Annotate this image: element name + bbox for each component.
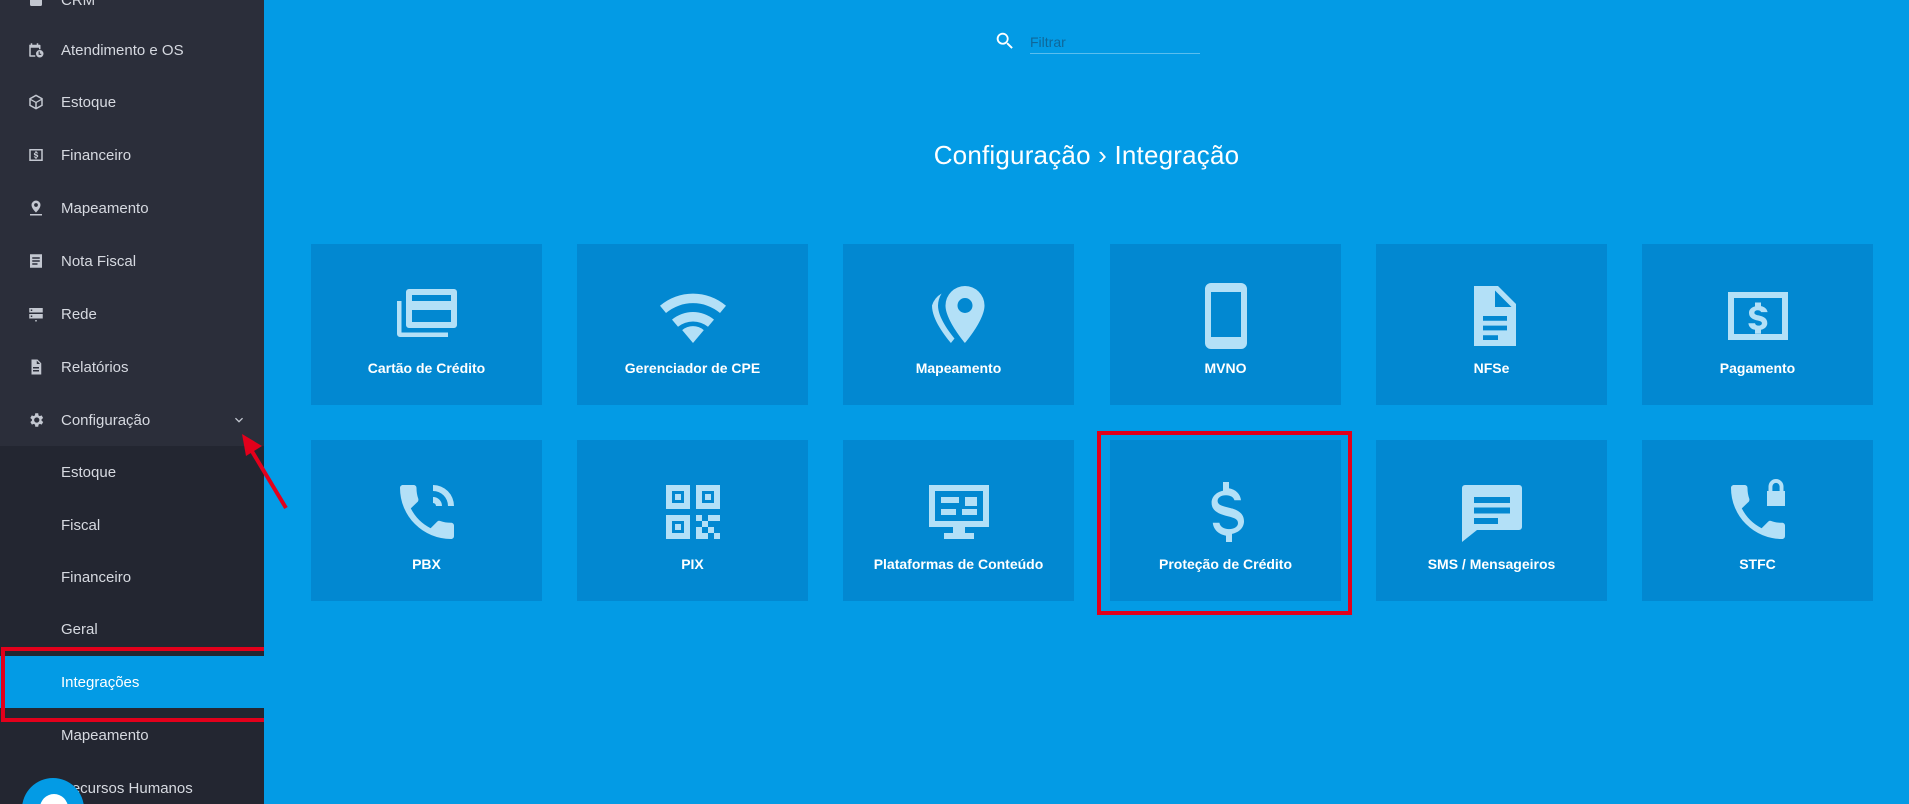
sidebar-item-label: Relatórios bbox=[61, 358, 129, 376]
sidebar-item-relatorios[interactable]: Relatórios bbox=[0, 341, 264, 393]
tile-mapeamento[interactable]: Mapeamento bbox=[843, 244, 1074, 405]
main-content: Configuração › Integração Cartão de Créd… bbox=[264, 0, 1909, 804]
dollar-icon bbox=[1110, 476, 1341, 548]
sidebar-item-label: Rede bbox=[61, 305, 97, 323]
cube-icon bbox=[26, 92, 46, 112]
sidebar-item-label: Atendimento e OS bbox=[61, 41, 184, 59]
sidebar-subitem-financeiro[interactable]: Financeiro bbox=[0, 551, 264, 603]
tile-label: PBX bbox=[412, 556, 441, 572]
sidebar-item-nota-fiscal[interactable]: Nota Fiscal bbox=[0, 235, 264, 287]
tile-label: Mapeamento bbox=[915, 360, 1002, 376]
tile-cartao-de-credito[interactable]: Cartão de Crédito bbox=[311, 244, 542, 405]
sidebar-subitem-mapeamento[interactable]: Mapeamento bbox=[0, 709, 264, 761]
money-bill-icon bbox=[1642, 280, 1873, 352]
sidebar-subitem-geral[interactable]: Geral bbox=[0, 603, 264, 655]
server-icon bbox=[26, 304, 46, 324]
tile-gerenciador-de-cpe[interactable]: Gerenciador de CPE bbox=[577, 244, 808, 405]
map-pin-icon bbox=[26, 198, 46, 218]
search-icon bbox=[994, 30, 1016, 52]
sidebar: CRM Atendimento e OS Estoque Financeiro … bbox=[0, 0, 264, 804]
sidebar-item-label: Nota Fiscal bbox=[61, 252, 137, 270]
tile-nfse[interactable]: NFSe bbox=[1376, 244, 1607, 405]
monitor-dashboard-icon bbox=[843, 476, 1074, 548]
tile-label: Proteção de Crédito bbox=[1158, 556, 1293, 572]
tile-label: SMS / Mensageiros bbox=[1427, 556, 1556, 572]
credit-card-icon bbox=[311, 280, 542, 352]
tile-stfc[interactable]: STFC bbox=[1642, 440, 1873, 601]
sidebar-subitem-label: Fiscal bbox=[61, 516, 101, 534]
page-title: Configuração › Integração bbox=[933, 140, 1240, 170]
document-icon bbox=[26, 251, 46, 271]
sidebar-subitem-label: Financeiro bbox=[61, 568, 132, 586]
phone-device-icon bbox=[1110, 280, 1341, 352]
phone-lock-icon bbox=[1642, 476, 1873, 548]
tile-mvno[interactable]: MVNO bbox=[1110, 244, 1341, 405]
search-input[interactable] bbox=[1030, 30, 1200, 54]
tile-label: Gerenciador de CPE bbox=[624, 360, 761, 376]
money-icon bbox=[26, 145, 46, 165]
sidebar-item-atendimento[interactable]: Atendimento e OS bbox=[0, 24, 264, 76]
sidebar-subitem-label: Geral bbox=[61, 620, 98, 638]
sidebar-subitem-fiscal[interactable]: Fiscal bbox=[0, 499, 264, 551]
sidebar-item-label: Configuração bbox=[61, 411, 151, 429]
gear-icon bbox=[26, 410, 46, 430]
tile-label: STFC bbox=[1739, 556, 1776, 572]
chevron-down-icon[interactable] bbox=[231, 412, 247, 428]
tile-label: MVNO bbox=[1204, 360, 1247, 376]
sidebar-item-mapeamento[interactable]: Mapeamento bbox=[0, 182, 264, 234]
tile-label: NFSe bbox=[1473, 360, 1510, 376]
crm-icon bbox=[26, 0, 46, 10]
tile-plataformas-de-conteudo[interactable]: Plataformas de Conteúdo bbox=[843, 440, 1074, 601]
sidebar-item-configuracao[interactable]: Configuração bbox=[0, 394, 264, 446]
report-icon bbox=[26, 357, 46, 377]
tile-label: PIX bbox=[681, 556, 704, 572]
tile-pix[interactable]: PIX bbox=[577, 440, 808, 601]
sidebar-item-label: Financeiro bbox=[61, 146, 132, 164]
tile-label: Cartão de Crédito bbox=[367, 360, 486, 376]
sidebar-item-estoque[interactable]: Estoque bbox=[0, 76, 264, 128]
tile-label: Plataformas de Conteúdo bbox=[873, 556, 1044, 572]
message-icon bbox=[1376, 476, 1607, 548]
sidebar-subitem-label: Mapeamento bbox=[61, 726, 149, 744]
tile-pbx[interactable]: PBX bbox=[311, 440, 542, 601]
phone-ringing-icon bbox=[311, 476, 542, 548]
sidebar-subitem-label: Integrações bbox=[61, 673, 140, 691]
tile-label: Pagamento bbox=[1719, 360, 1796, 376]
sidebar-item-rede[interactable]: Rede bbox=[0, 288, 264, 340]
sidebar-item-label: Mapeamento bbox=[61, 199, 149, 217]
sidebar-item-label: CRM bbox=[61, 0, 96, 9]
sidebar-subitem-label: Estoque bbox=[61, 463, 117, 481]
sidebar-item-crm[interactable]: CRM bbox=[0, 0, 264, 26]
qr-code-icon bbox=[577, 476, 808, 548]
sidebar-subitem-integracoes[interactable]: Integrações bbox=[0, 656, 264, 708]
sidebar-item-label: Estoque bbox=[61, 93, 117, 111]
calendar-clock-icon bbox=[26, 40, 46, 60]
sidebar-item-financeiro[interactable]: Financeiro bbox=[0, 129, 264, 181]
sidebar-subitem-label: Recursos Humanos bbox=[61, 779, 193, 797]
map-marker-icon bbox=[843, 280, 1074, 352]
tile-sms-mensageiros[interactable]: SMS / Mensageiros bbox=[1376, 440, 1607, 601]
search-bar bbox=[994, 28, 1204, 56]
file-icon bbox=[1376, 280, 1607, 352]
sidebar-subitem-estoque[interactable]: Estoque bbox=[0, 446, 264, 498]
tile-protecao-de-credito[interactable]: Proteção de Crédito bbox=[1110, 440, 1341, 601]
tile-pagamento[interactable]: Pagamento bbox=[1642, 244, 1873, 405]
wifi-icon bbox=[577, 280, 808, 352]
